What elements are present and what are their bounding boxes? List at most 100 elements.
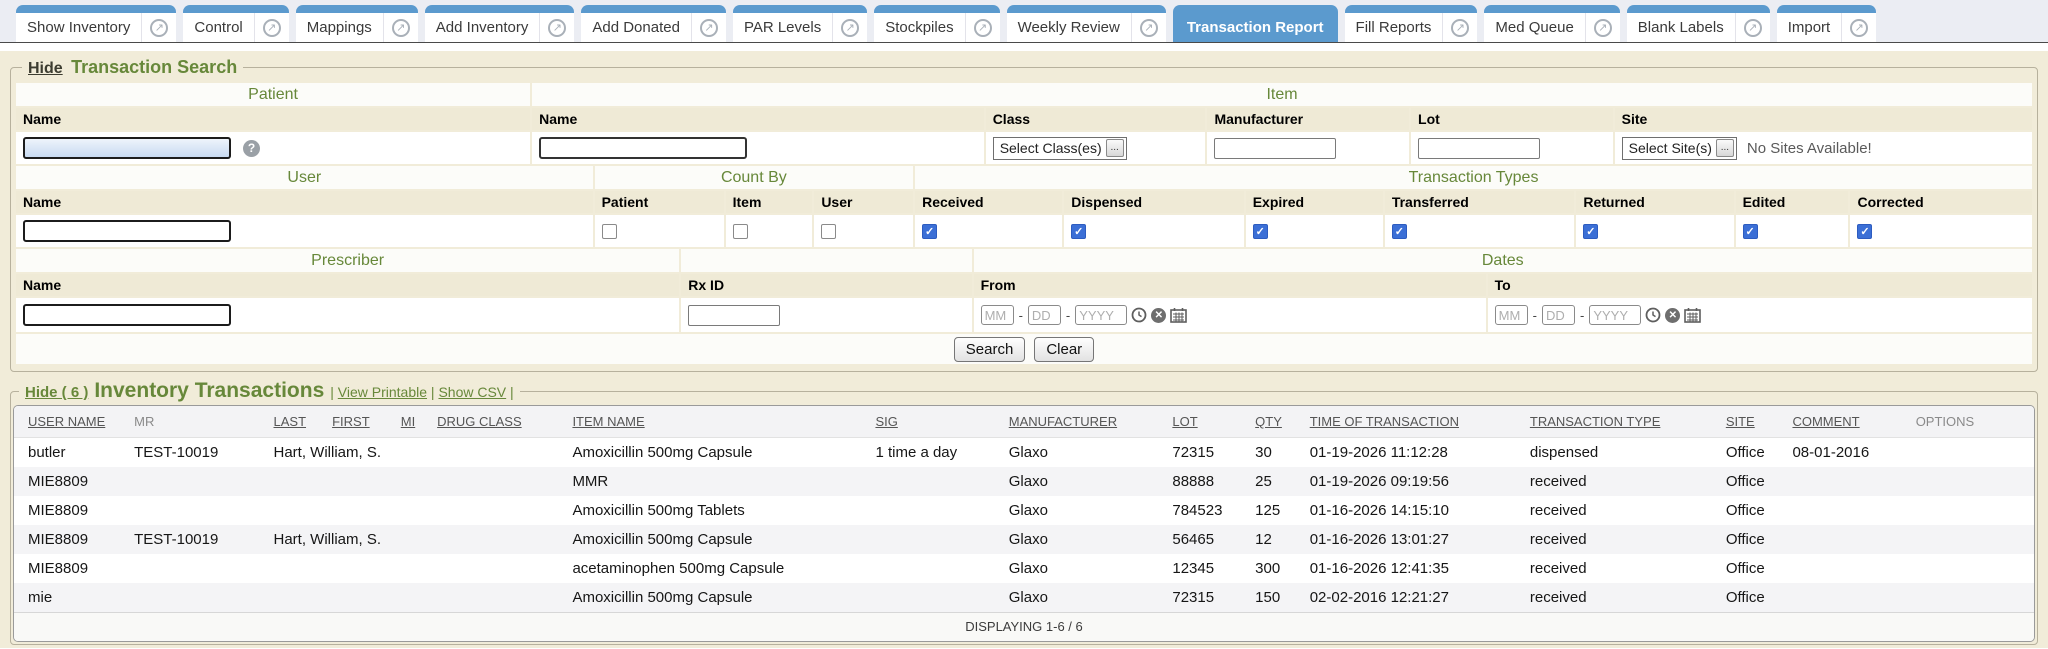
to-day-input[interactable] [1542,305,1575,325]
to-year-input[interactable] [1589,305,1641,325]
tab-stockpiles[interactable]: Stockpiles↗ [874,5,999,42]
from-day-input[interactable] [1028,305,1061,325]
tab-popout-section[interactable]: ↗ [254,13,289,42]
open-in-new-icon[interactable]: ↗ [1594,19,1612,37]
tab-popout-section[interactable]: ↗ [383,13,418,42]
column-header-drug-class[interactable]: DRUG CLASS [432,406,567,438]
help-icon[interactable]: ? [243,140,260,157]
tab-popout-section[interactable]: ↗ [1442,13,1477,42]
tab-popout-section[interactable]: ↗ [539,13,574,42]
column-header-manufacturer[interactable]: MANUFACTURER [1004,406,1168,438]
checkbox-expired[interactable]: ✓ [1253,224,1268,239]
checkbox-patient[interactable] [602,224,617,239]
cell-qty: 25 [1250,467,1305,496]
from-year-input[interactable] [1075,305,1127,325]
tab-add-donated[interactable]: Add Donated↗ [581,5,726,42]
to-clear-icon[interactable]: ✕ [1665,308,1680,323]
open-in-new-icon[interactable]: ↗ [974,19,992,37]
open-in-new-icon[interactable]: ↗ [392,19,410,37]
open-in-new-icon[interactable]: ↗ [263,19,281,37]
open-in-new-icon[interactable]: ↗ [150,19,168,37]
tab-popout-section[interactable]: ↗ [832,13,867,42]
transaction-report-screen: Show Inventory↗Control↗Mappings↗Add Inve… [0,0,2048,649]
select-classes-control[interactable]: Select Class(es) ... [993,137,1127,160]
tab-popout-section[interactable]: ↗ [1841,13,1876,42]
prescriber-name-input[interactable] [23,304,231,326]
show-csv-link[interactable]: Show CSV [438,384,506,400]
open-in-new-icon[interactable]: ↗ [1744,19,1762,37]
column-header-comment[interactable]: COMMENT [1787,406,1910,438]
column-header-site[interactable]: SITE [1721,406,1788,438]
column-header-user-name[interactable]: USER NAME [14,406,129,438]
to-time-icon[interactable] [1645,307,1661,323]
view-printable-link[interactable]: View Printable [338,384,427,400]
checkbox-corrected[interactable]: ✓ [1857,224,1872,239]
checkbox-returned[interactable]: ✓ [1583,224,1598,239]
tab-import[interactable]: Import↗ [1777,5,1877,42]
column-header-time-of-transaction[interactable]: TIME OF TRANSACTION [1305,406,1525,438]
open-in-new-icon[interactable]: ↗ [1140,19,1158,37]
checkbox-transferred[interactable]: ✓ [1392,224,1407,239]
tab-show-inventory[interactable]: Show Inventory↗ [16,5,176,42]
tab-popout-section[interactable]: ↗ [141,13,176,42]
from-month-input[interactable] [981,305,1014,325]
table-footer: DISPLAYING 1-6 / 6 [14,612,2034,641]
cell-user-name: mie [14,583,129,612]
checkbox-user[interactable] [821,224,836,239]
column-header-sig[interactable]: SIG [870,406,1003,438]
hide-search-link[interactable]: Hide [28,60,63,77]
tab-mappings[interactable]: Mappings↗ [296,5,418,42]
clear-button[interactable]: Clear [1034,337,1094,362]
tab-blank-labels[interactable]: Blank Labels↗ [1627,5,1770,42]
inventory-transactions-panel: Hide ( 6 ) Inventory Transactions | View… [10,379,2038,645]
search-button[interactable]: Search [954,337,1026,362]
tab-popout-section[interactable]: ↗ [1131,13,1166,42]
tab-fill-reports[interactable]: Fill Reports↗ [1345,5,1478,42]
cell-site: Office [1721,467,1788,496]
patient-name-input[interactable] [23,137,231,159]
to-month-input[interactable] [1495,305,1528,325]
tab-add-inventory[interactable]: Add Inventory↗ [425,5,575,42]
tab-control[interactable]: Control↗ [183,5,288,42]
open-in-new-icon[interactable]: ↗ [841,19,859,37]
open-in-new-icon[interactable]: ↗ [1850,19,1868,37]
tab-popout-section[interactable]: ↗ [691,13,726,42]
tab-med-queue[interactable]: Med Queue↗ [1484,5,1619,42]
count-by-section-header: Count By [595,166,914,189]
from-clear-icon[interactable]: ✕ [1151,308,1166,323]
manufacturer-input[interactable] [1214,138,1336,159]
tab-popout-section[interactable]: ↗ [1735,13,1770,42]
checkbox-dispensed[interactable]: ✓ [1071,224,1086,239]
open-in-new-icon[interactable]: ↗ [1451,19,1469,37]
tab-popout-section[interactable]: ↗ [1585,13,1620,42]
select-sites-more-button[interactable]: ... [1716,139,1734,157]
lot-input[interactable] [1418,138,1540,159]
column-header-mi[interactable]: MI [396,406,432,438]
column-header-last[interactable]: LAST [269,406,328,438]
checkbox-item[interactable] [733,224,748,239]
tab-weekly-review[interactable]: Weekly Review↗ [1007,5,1166,42]
column-header-first[interactable]: FIRST [327,406,396,438]
tab-par-levels[interactable]: PAR Levels↗ [733,5,867,42]
to-calendar-icon[interactable] [1684,307,1701,323]
open-in-new-icon[interactable]: ↗ [548,19,566,37]
column-header-transaction-type[interactable]: TRANSACTION TYPE [1525,406,1721,438]
from-calendar-icon[interactable] [1170,307,1187,323]
tab-transaction-report[interactable]: Transaction Report [1173,5,1338,42]
from-time-icon[interactable] [1131,307,1147,323]
user-name-input[interactable] [23,220,231,242]
column-header-item-name[interactable]: ITEM NAME [567,406,870,438]
column-header-lot[interactable]: LOT [1167,406,1250,438]
item-name-input[interactable] [539,137,747,159]
cell-comment [1787,525,1910,554]
checkbox-received[interactable]: ✓ [922,224,937,239]
select-classes-more-button[interactable]: ... [1106,139,1124,157]
select-sites-control[interactable]: Select Site(s) ... [1622,137,1737,160]
rx-id-input[interactable] [688,305,780,326]
cell-lot: 56465 [1167,525,1250,554]
open-in-new-icon[interactable]: ↗ [700,19,718,37]
hide-results-link[interactable]: Hide ( 6 ) [25,384,88,401]
column-header-qty[interactable]: QTY [1250,406,1305,438]
checkbox-edited[interactable]: ✓ [1743,224,1758,239]
tab-popout-section[interactable]: ↗ [965,13,1000,42]
